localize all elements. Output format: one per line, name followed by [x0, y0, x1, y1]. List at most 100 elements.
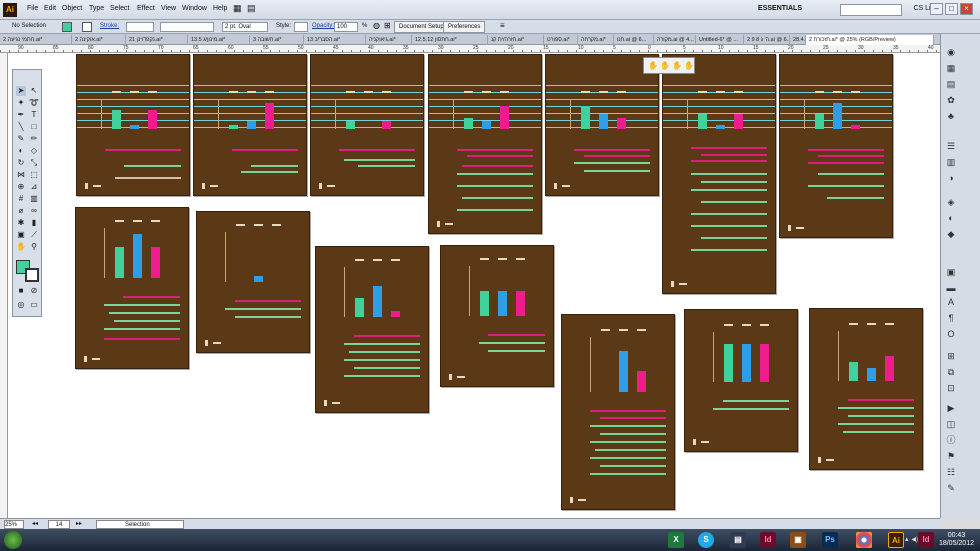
none-mode-icon[interactable]: ⊘	[29, 286, 39, 296]
attributes-icon[interactable]: ⚑	[945, 450, 957, 462]
symbol-sprayer-tool-icon[interactable]: ✱	[16, 218, 26, 228]
folder-icon[interactable]: ▤	[730, 532, 746, 548]
transparency-icon[interactable]: ◑	[945, 172, 957, 184]
tab-document[interactable]: חתמי נגיעה 2.ai*	[0, 35, 72, 45]
bridge-icon[interactable]: ▦	[233, 3, 242, 14]
next-artboard-icon[interactable]: ▸▸	[76, 520, 82, 527]
perspective-grid-tool-icon[interactable]: ⊿	[29, 182, 39, 192]
artboard[interactable]	[428, 54, 542, 234]
opacity-field[interactable]: 100	[334, 22, 358, 32]
menu-select[interactable]: Select	[110, 5, 129, 12]
excel-icon[interactable]: X	[668, 532, 684, 548]
appearance-icon[interactable]: ◈	[945, 196, 957, 208]
rotate-tool-icon[interactable]: ↻	[16, 158, 26, 168]
eyedropper-tool-icon[interactable]: ⌀	[16, 206, 26, 216]
recolor-icon[interactable]: ◍	[373, 21, 380, 30]
horizontal-ruler[interactable]	[0, 45, 940, 53]
blend-tool-icon[interactable]: ∞	[29, 206, 39, 216]
tab-document[interactable]: 13.5 מינון/ג.ai*	[188, 35, 250, 45]
tab-document[interactable]: חשובה 3.ai*	[250, 35, 304, 45]
tab-document[interactable]: 28.4.ai @ 25%	[790, 35, 806, 45]
hand-icon[interactable]: ✋	[648, 61, 658, 70]
artboard[interactable]	[76, 54, 190, 196]
guide-line[interactable]	[780, 85, 892, 86]
guide-line[interactable]	[429, 85, 541, 86]
layers-icon[interactable]: ◆	[945, 228, 957, 240]
stroke-panel-icon[interactable]: ☰	[945, 140, 957, 152]
menu-view[interactable]: View	[161, 5, 176, 12]
stroke-color-swatch[interactable]	[25, 268, 39, 282]
align-icon[interactable]: ⊞	[384, 21, 391, 30]
selection-tool-icon[interactable]: ➤	[16, 86, 26, 96]
panel-menu-icon[interactable]: ≡	[500, 21, 505, 30]
variable-width-field[interactable]	[160, 22, 214, 32]
menu-edit[interactable]: Edit	[44, 5, 56, 12]
guide-line[interactable]	[311, 85, 423, 86]
indesign-icon[interactable]: Id	[760, 532, 776, 548]
tab-document[interactable]: מקרחה.ai*	[578, 35, 614, 45]
pencil-tool-icon[interactable]: ✏	[29, 134, 39, 144]
links-icon[interactable]: ▬	[945, 282, 957, 294]
menu-file[interactable]: File	[27, 5, 38, 12]
free-transform-tool-icon[interactable]: ⬚	[29, 170, 39, 180]
info-icon[interactable]: ⓘ	[945, 434, 957, 446]
slice-tool-icon[interactable]: ⟋	[29, 230, 39, 240]
artboard[interactable]	[561, 314, 675, 510]
artboard[interactable]	[196, 211, 310, 353]
close-button[interactable]: ×	[960, 3, 973, 15]
tab-document[interactable]: נקפדוינן 21.ai*	[126, 35, 188, 45]
width-tool-icon[interactable]: ⋈	[16, 170, 26, 180]
illustrator-task-icon[interactable]: Ai	[888, 532, 904, 548]
photoshop-icon[interactable]: Ps	[822, 532, 838, 548]
menu-effect[interactable]: Effect	[137, 5, 155, 12]
tab-document[interactable]: חזרה/ית קנ.ai*	[488, 35, 544, 45]
graphic-styles-icon[interactable]: ✎	[945, 482, 957, 494]
tab-document[interactable]: 12.5.12 חתסון.ai*	[412, 35, 488, 45]
chrome-icon[interactable]	[856, 532, 872, 548]
menu-help[interactable]: Help	[213, 5, 227, 12]
magic-wand-tool-icon[interactable]: ✦	[16, 98, 26, 108]
stroke-label[interactable]: Stroke:	[100, 23, 119, 29]
paintbrush-tool-icon[interactable]: ✎	[16, 134, 26, 144]
zoom-field[interactable]: 25%	[4, 520, 24, 529]
paragraph-icon[interactable]: ¶	[945, 312, 957, 324]
tab-document[interactable]: הסבר/כ 13.ai*	[304, 35, 366, 45]
tab-document[interactable]: ספורט.ai*	[544, 35, 578, 45]
align-panel-icon[interactable]: ⊞	[945, 350, 957, 362]
artboard[interactable]	[440, 245, 554, 387]
artboard[interactable]	[662, 54, 776, 294]
swatches-icon[interactable]: ▤	[945, 78, 957, 90]
opacity-label[interactable]: Opacity:	[312, 23, 334, 29]
transform-panel-icon[interactable]: ⊡	[945, 382, 957, 394]
symbols-icon[interactable]: ♣	[945, 110, 957, 122]
graphic-styles-icon[interactable]: ◐	[945, 212, 957, 224]
document-info-icon[interactable]: ☷	[945, 466, 957, 478]
tab-document[interactable]: מקורה.ai @ 4...	[654, 35, 696, 45]
artboard[interactable]	[809, 308, 923, 470]
rectangle-tool-icon[interactable]: □	[29, 122, 39, 132]
stroke-swatch[interactable]	[82, 22, 92, 32]
artboards-panel-icon[interactable]: ▣	[945, 266, 957, 278]
character-icon[interactable]: A	[945, 296, 957, 308]
document-setup-button[interactable]: Document Setup	[394, 21, 449, 33]
actions-icon[interactable]: ▶	[945, 402, 957, 414]
pen-tool-icon[interactable]: ✒	[16, 110, 26, 120]
artboard[interactable]	[75, 207, 189, 369]
style-swatch[interactable]	[294, 22, 308, 32]
type-tool-icon[interactable]: T	[29, 110, 39, 120]
eraser-tool-icon[interactable]: ◇	[29, 146, 39, 156]
artboard[interactable]	[684, 309, 798, 452]
current-tool-status[interactable]: Selection	[96, 520, 184, 529]
search-input[interactable]	[840, 4, 902, 16]
guide-line[interactable]	[77, 85, 189, 86]
tab-active-document[interactable]: תזכורת 2.ai* @ 25% (RGB/Preview)	[806, 35, 934, 45]
indesign-icon[interactable]: Id	[918, 532, 934, 548]
hand-tool-icon[interactable]: ✋	[16, 242, 26, 252]
artboard[interactable]	[779, 54, 893, 238]
menu-window[interactable]: Window	[182, 5, 207, 12]
opentype-icon[interactable]: O	[945, 328, 957, 340]
hand-icon[interactable]: ✋	[672, 61, 682, 70]
shape-builder-tool-icon[interactable]: ⊕	[16, 182, 26, 192]
blob-brush-tool-icon[interactable]: ◐	[16, 146, 26, 156]
fill-swatch[interactable]	[62, 22, 72, 32]
